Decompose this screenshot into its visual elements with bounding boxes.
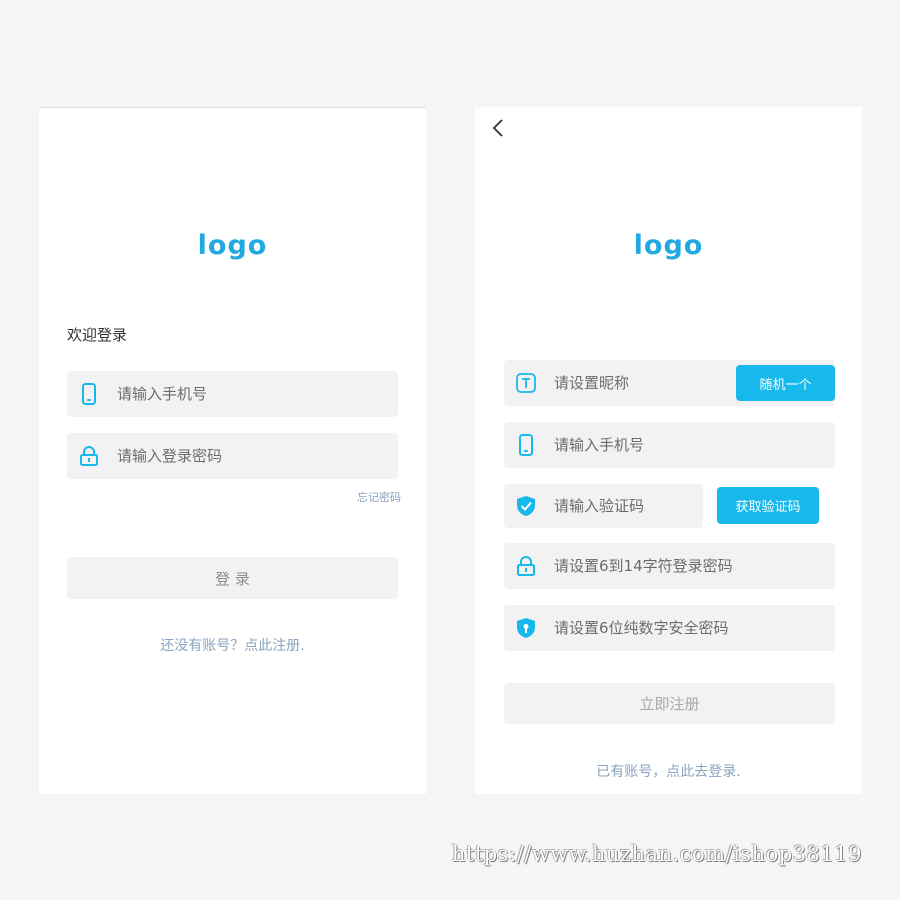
get-code-button[interactable]: 获取验证码 — [717, 487, 819, 524]
verification-code-input[interactable] — [554, 497, 694, 515]
phone-field[interactable] — [504, 422, 835, 468]
login-link[interactable]: 已有账号，点此去登录. — [475, 761, 862, 781]
phone-icon — [516, 434, 536, 456]
security-password-input[interactable] — [554, 619, 784, 637]
shield-check-icon — [516, 495, 536, 517]
password-field[interactable] — [67, 433, 398, 479]
login-password-field[interactable] — [504, 543, 835, 589]
register-panel: logo 随机一个 获取验证码 — [475, 107, 862, 794]
phone-input[interactable] — [554, 436, 784, 454]
chevron-left-icon[interactable] — [487, 117, 509, 139]
random-nickname-button[interactable]: 随机一个 — [736, 365, 835, 401]
phone-icon — [79, 383, 99, 405]
watermark: https://www.huzhan.com/ishop38119 — [451, 842, 862, 866]
welcome-title: 欢迎登录 — [67, 326, 128, 344]
shield-icon — [516, 617, 536, 639]
lock-icon — [516, 555, 536, 577]
login-password-input[interactable] — [554, 557, 784, 575]
register-link[interactable]: 还没有账号？点此注册. — [39, 635, 426, 655]
nickname-input[interactable] — [554, 374, 714, 392]
text-t-icon — [516, 372, 536, 394]
password-input[interactable] — [117, 447, 347, 465]
phone-field[interactable] — [67, 371, 398, 417]
security-password-field[interactable] — [504, 605, 835, 651]
lock-icon — [79, 445, 99, 467]
register-button[interactable]: 立即注册 — [504, 683, 835, 724]
logo: logo — [197, 230, 268, 261]
login-panel: logo 欢迎登录 忘记密码 登 录 还没有账号？点此注册. — [39, 107, 426, 794]
forgot-password-link[interactable]: 忘记密码 — [357, 489, 401, 505]
phone-input[interactable] — [117, 385, 347, 403]
login-button[interactable]: 登 录 — [67, 557, 398, 599]
logo: logo — [633, 230, 704, 261]
verification-code-field[interactable] — [504, 484, 703, 528]
